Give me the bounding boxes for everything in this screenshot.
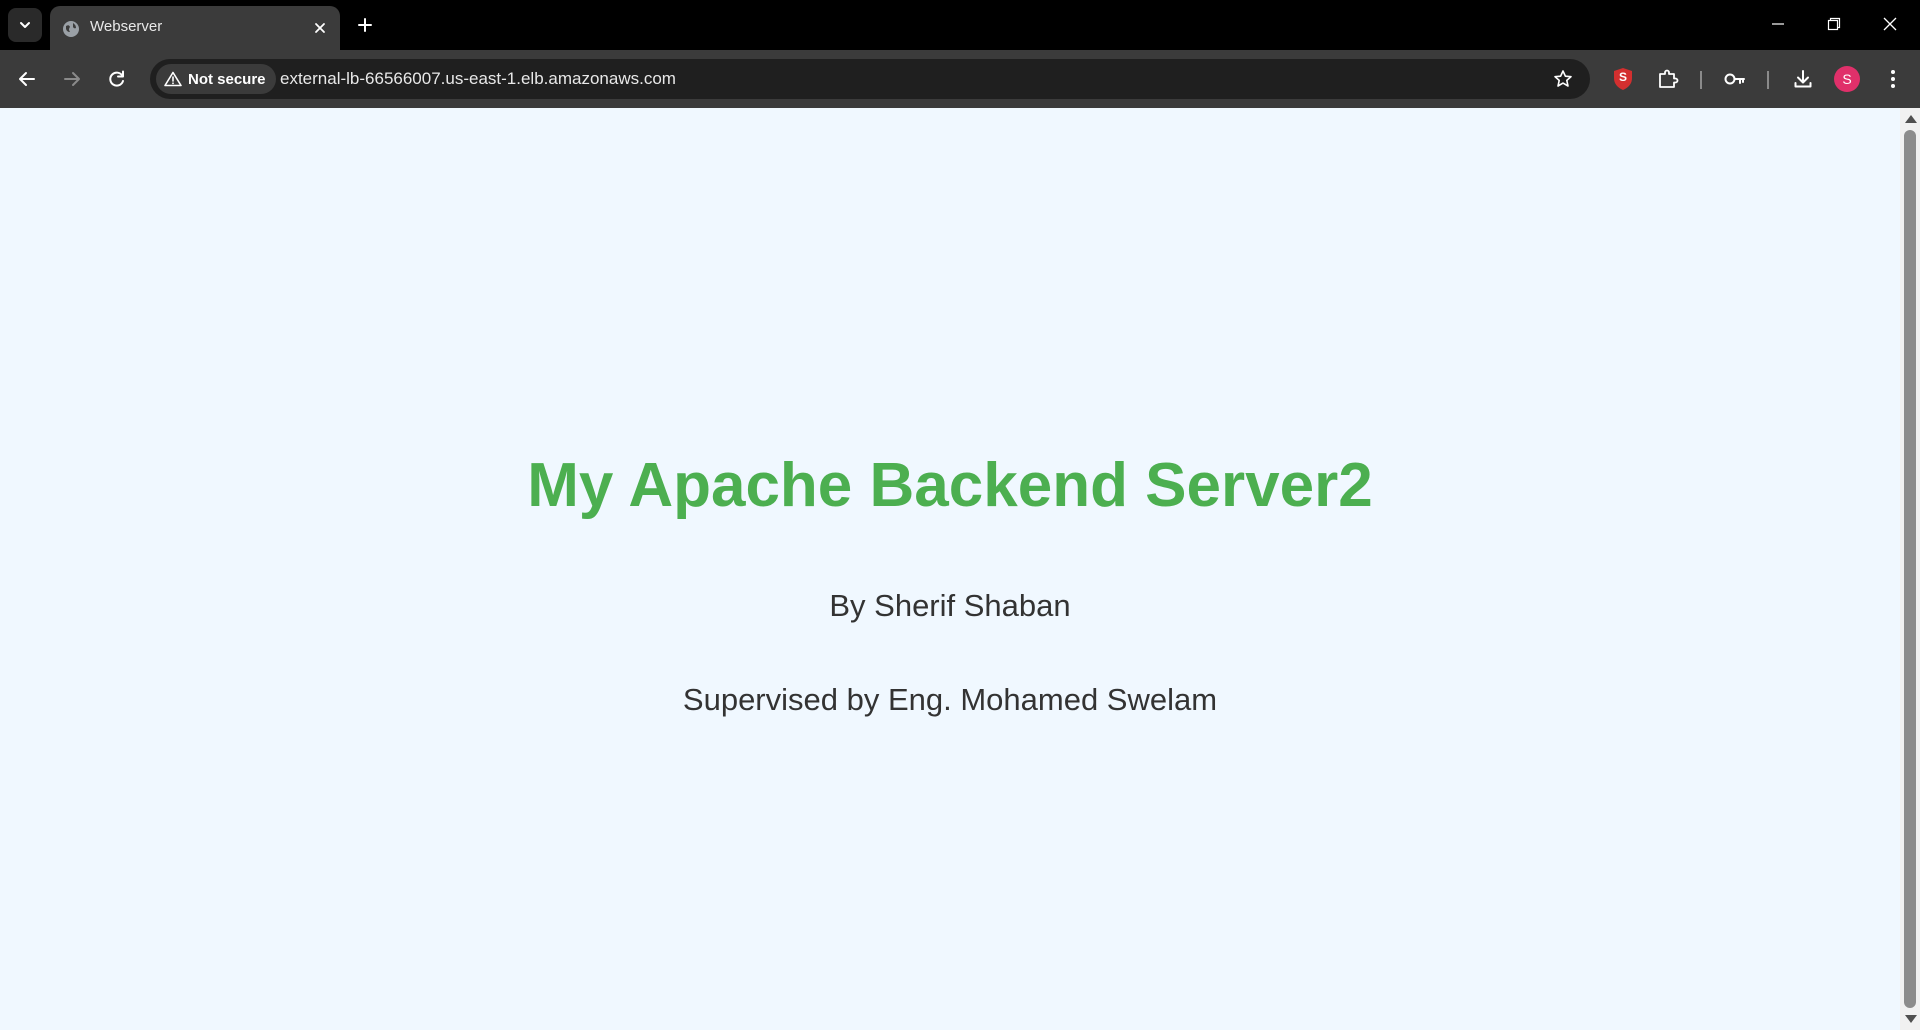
supervisor-line: Supervised by Eng. Mohamed Swelam [682,682,1218,717]
bookmark-button[interactable] [1550,66,1576,92]
scroll-down-arrow[interactable] [1905,1015,1917,1023]
download-icon [1794,70,1812,88]
vertical-scrollbar[interactable] [1900,108,1920,1030]
tab-strip: Webserver [0,0,1920,50]
warning-icon [164,71,182,87]
arrow-right-icon [64,72,80,86]
tab-close-button[interactable] [310,18,330,38]
address-bar[interactable]: Not secure external-lb-66566007.us-east-… [150,59,1590,99]
forward-button[interactable] [54,61,90,97]
extension-badge: S [1618,70,1627,84]
page-viewport: My Apache Backend Server2 By Sherif Shab… [0,108,1900,1030]
close-window-button[interactable] [1862,0,1918,48]
page-heading: My Apache Backend Server2 [527,451,1373,520]
author-line: By Sherif Shaban [829,588,1071,623]
chevron-down-icon [20,22,30,28]
key-icon [1724,73,1745,85]
toolbar-divider [1767,71,1769,89]
restore-icon [1827,17,1841,31]
downloads-button[interactable] [1787,63,1819,95]
close-icon [315,23,325,33]
minimize-button[interactable] [1750,0,1806,48]
reload-icon [109,70,124,87]
browser-toolbar: Not secure external-lb-66566007.us-east-… [0,50,1920,108]
close-icon [1883,17,1897,31]
security-indicator[interactable]: Not secure [156,64,276,94]
reload-button[interactable] [99,61,135,97]
extensions-button[interactable] [1652,63,1684,95]
plus-icon [358,18,372,32]
back-button[interactable] [9,61,45,97]
new-tab-button[interactable] [350,10,380,40]
tab-active[interactable]: Webserver [50,6,340,50]
menu-button[interactable] [1877,63,1909,95]
globe-icon [63,21,79,37]
tab-search-button[interactable] [8,8,42,42]
toolbar-divider [1700,71,1702,89]
more-vert-icon [1891,70,1895,88]
tab-title: Webserver [90,18,163,35]
profile-avatar[interactable]: S [1834,66,1860,92]
puzzle-icon [1659,69,1679,88]
restore-button[interactable] [1806,0,1862,48]
scrollbar-thumb[interactable] [1904,130,1916,1008]
passwords-button[interactable] [1719,63,1751,95]
security-label: Not secure [188,70,266,88]
scroll-up-arrow[interactable] [1905,115,1917,123]
arrow-left-icon [19,72,35,86]
minimize-icon [1772,23,1784,25]
star-icon [1554,70,1572,87]
url-text[interactable]: external-lb-66566007.us-east-1.elb.amazo… [280,69,676,89]
extension-button[interactable]: S [1607,63,1639,95]
